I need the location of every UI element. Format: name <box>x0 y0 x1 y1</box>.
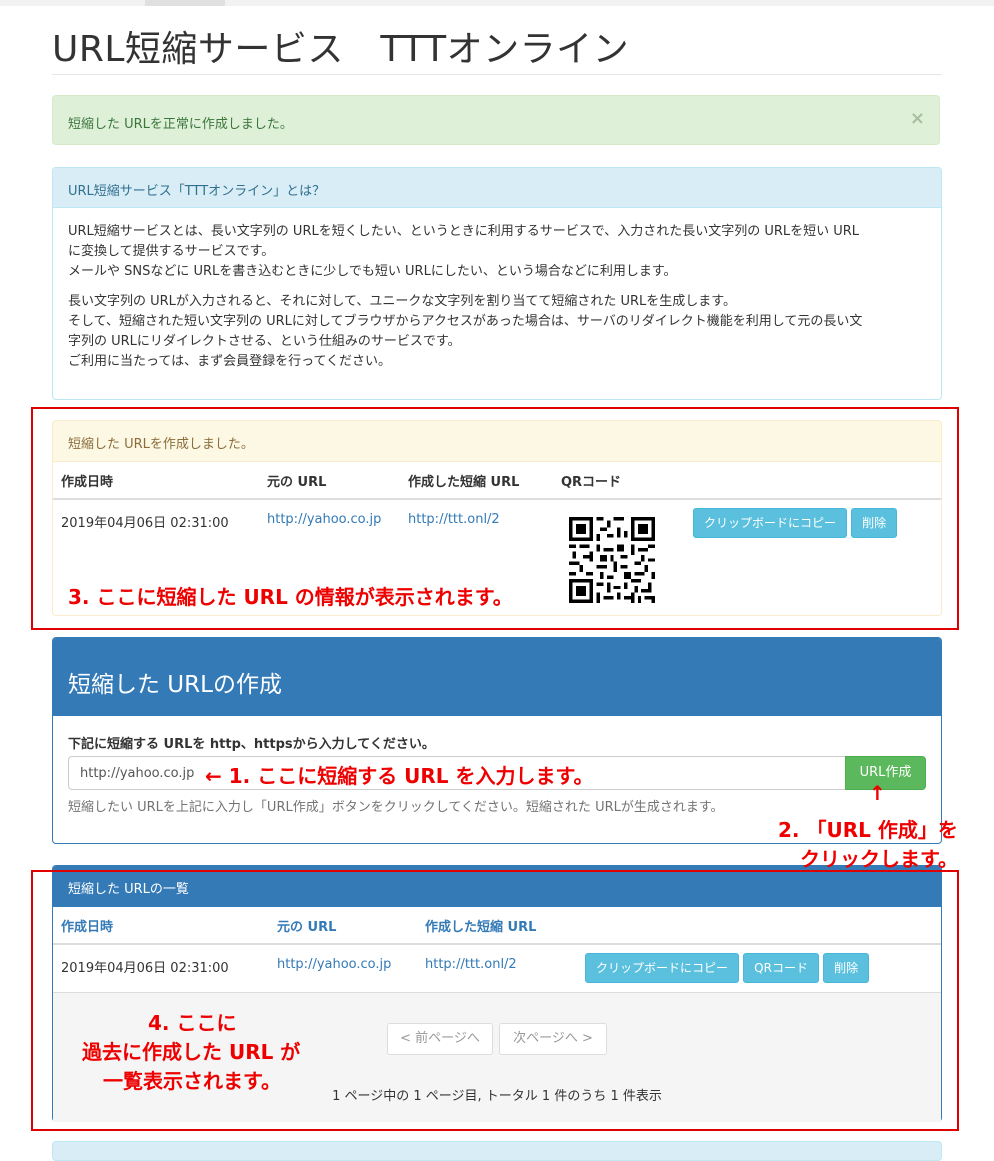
annotation-4-line2: 過去に作成した URL が <box>82 1040 301 1064</box>
about-panel-heading: URL短縮サービス「TTTオンライン」とは？ <box>53 168 941 208</box>
url-input-label: 下記に短縮する URLを http、httpsから入力してください。 <box>68 737 435 752</box>
create-url-panel: 短縮した URLの作成 下記に短縮する URLを http、httpsから入力し… <box>52 637 942 844</box>
column-header: QRコード <box>553 462 685 500</box>
about-text: 長い文字列の URLが入力されると、それに対して、ユニークな文字列を割り当てて短… <box>68 294 736 309</box>
column-header: 作成日時 <box>53 462 259 500</box>
column-header-sortable[interactable]: 作成日時 <box>53 907 269 945</box>
title-divider <box>52 74 942 75</box>
next-panel-edge <box>52 1141 942 1161</box>
column-header <box>685 462 941 500</box>
delete-button[interactable]: 削除 <box>823 953 870 983</box>
up-arrow-icon: ↑ <box>869 781 886 805</box>
short-url-link[interactable]: http://ttt.onl/2 <box>425 957 517 972</box>
annotation-3: 3. ここに短縮した URL の情報が表示されます。 <box>68 585 513 609</box>
column-header <box>577 907 941 945</box>
create-url-panel-heading: 短縮した URLの作成 <box>53 638 941 716</box>
column-header-sortable[interactable]: 元の URL <box>269 907 417 945</box>
original-url-link[interactable]: http://yahoo.co.jp <box>277 957 391 972</box>
about-panel-body: URL短縮サービスとは、長い文字列の URLを短くしたい、というときに利用するサ… <box>53 208 941 396</box>
created-url-panel-heading: 短縮した URLを作成しました。 <box>53 421 941 462</box>
copy-to-clipboard-button[interactable]: クリップボードにコピー <box>585 953 740 983</box>
about-text: そして、短縮された短い文字列の URLに対してブラウザからアクセスがあった場合は… <box>68 314 863 329</box>
next-page-button[interactable]: 次ページへ > <box>499 1023 607 1055</box>
url-list-panel-heading: 短縮した URLの一覧 <box>53 866 941 907</box>
created-url-table: 作成日時 元の URL 作成した短縮 URL QRコード 2019年04月06日… <box>53 462 941 538</box>
qr-code-button[interactable]: QRコード <box>743 953 819 983</box>
browser-tab <box>145 0 225 6</box>
close-icon[interactable]: × <box>910 108 925 129</box>
browser-top-strip <box>0 0 994 6</box>
about-paragraph-1: URL短縮サービスとは、長い文字列の URLを短くしたい、というときに利用するサ… <box>68 222 926 282</box>
about-paragraph-2: 長い文字列の URLが入力されると、それに対して、ユニークな文字列を割り当てて短… <box>68 292 926 372</box>
delete-button[interactable]: 削除 <box>851 508 898 538</box>
column-header: 元の URL <box>259 462 400 500</box>
qr-code-image <box>569 517 655 603</box>
about-text: 字列の URLにリダイレクトさせる、という仕組みのサービスです。 <box>68 334 461 349</box>
annotation-4-line3: 一覧表示されます。 <box>103 1069 281 1093</box>
table-row: 2019年04月06日 02:31:00 http://yahoo.co.jp … <box>53 944 941 983</box>
page-title: URL短縮サービス TTTオンライン <box>52 29 630 70</box>
column-header: 作成した短縮 URL <box>400 462 553 500</box>
table-header-row: 作成日時 元の URL 作成した短縮 URL <box>53 907 941 945</box>
annotation-2-line1: 2. 「URL 作成」を <box>778 818 958 842</box>
url-input-help-text: 短縮したい URLを上記に入力し「URL作成」ボタンをクリックしてください。短縮… <box>68 800 724 815</box>
table-row: 2019年04月06日 02:31:00 http://yahoo.co.jp … <box>53 499 941 538</box>
success-alert-message: 短縮した URLを正常に作成しました。 <box>68 117 293 132</box>
created-date: 2019年04月06日 02:31:00 <box>61 516 229 531</box>
annotation-2-line2: クリックします。 <box>800 847 958 871</box>
prev-page-button[interactable]: < 前ページへ <box>387 1023 493 1055</box>
original-url-link[interactable]: http://yahoo.co.jp <box>267 512 381 527</box>
about-text: メールや SNSなどに URLを書き込むときに少しでも短い URLにしたい、とい… <box>68 264 677 279</box>
about-text: URL短縮サービスとは、長い文字列の URLを短くしたい、というときに利用するサ… <box>68 224 860 239</box>
column-header-sortable[interactable]: 作成した短縮 URL <box>417 907 577 945</box>
annotation-1: ← 1. ここに短縮する URL を入力します。 <box>205 764 594 788</box>
about-panel: URL短縮サービス「TTTオンライン」とは？ URL短縮サービスとは、長い文字列… <box>52 167 942 400</box>
short-url-link[interactable]: http://ttt.onl/2 <box>408 512 500 527</box>
success-alert: 短縮した URLを正常に作成しました。 × <box>52 95 940 145</box>
copy-to-clipboard-button[interactable]: クリップボードにコピー <box>693 508 848 538</box>
table-header-row: 作成日時 元の URL 作成した短縮 URL QRコード <box>53 462 941 500</box>
about-text: ご利用に当たっては、まず会員登録を行ってください。 <box>68 354 392 369</box>
created-date: 2019年04月06日 02:31:00 <box>61 961 229 976</box>
about-text: に変換して提供するサービスです。 <box>68 244 275 259</box>
annotation-4-line1: 4. ここに <box>148 1011 237 1035</box>
url-list-table: 作成日時 元の URL 作成した短縮 URL 2019年04月06日 02:31… <box>53 907 941 983</box>
